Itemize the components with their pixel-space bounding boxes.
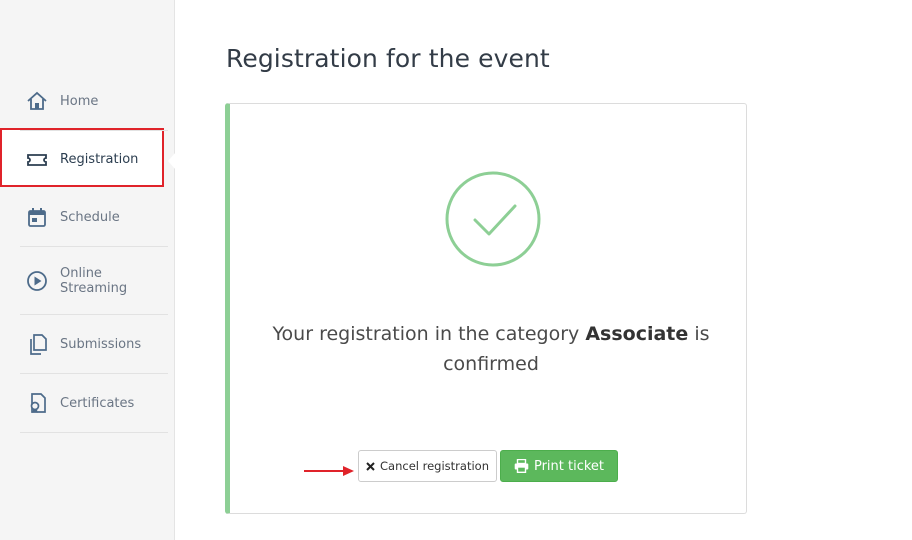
sidebar-item-registration[interactable]: Registration <box>20 130 168 189</box>
copy-files-icon <box>26 333 48 355</box>
home-icon <box>26 90 48 112</box>
ticket-icon <box>26 149 48 171</box>
sidebar-item-label: Online Streaming <box>60 265 128 296</box>
active-caret <box>168 152 176 170</box>
page-title: Registration for the event <box>226 44 550 73</box>
print-ticket-button[interactable]: Print ticket <box>500 450 618 482</box>
printer-icon <box>514 459 529 473</box>
confirmation-message: Your registration in the category Associ… <box>250 319 732 379</box>
sidebar-item-certificates[interactable]: Certificates <box>20 374 168 433</box>
sidebar-item-schedule[interactable]: Schedule <box>20 188 168 247</box>
certificate-icon <box>26 392 48 414</box>
sidebar-item-label: Home <box>60 93 99 109</box>
confirmation-card: Your registration in the category Associ… <box>225 103 747 514</box>
red-arrow-annotation <box>304 466 354 476</box>
confirmation-text-before: Your registration in the category <box>272 323 580 345</box>
sidebar-item-label: Schedule <box>60 209 120 225</box>
sidebar-item-submissions[interactable]: Submissions <box>20 315 168 374</box>
sidebar-item-label: Certificates <box>60 395 135 411</box>
sidebar-item-label: Submissions <box>60 336 142 352</box>
calendar-icon <box>26 206 48 228</box>
close-icon <box>366 461 375 471</box>
sidebar-item-online-streaming[interactable]: Online Streaming <box>20 247 168 315</box>
sidebar-item-label: Registration <box>60 152 139 167</box>
print-ticket-label: Print ticket <box>533 458 605 474</box>
sidebar-item-home[interactable]: Home <box>20 72 168 131</box>
checkmark-circle-icon <box>444 170 542 268</box>
cancel-registration-label: Cancel registration <box>380 459 489 473</box>
cancel-registration-button[interactable]: Cancel registration <box>358 450 497 482</box>
confirmation-category: Associate <box>585 323 689 345</box>
sidebar: Home Registration Schedule Online Stream… <box>0 0 176 540</box>
play-circle-icon <box>26 270 48 292</box>
